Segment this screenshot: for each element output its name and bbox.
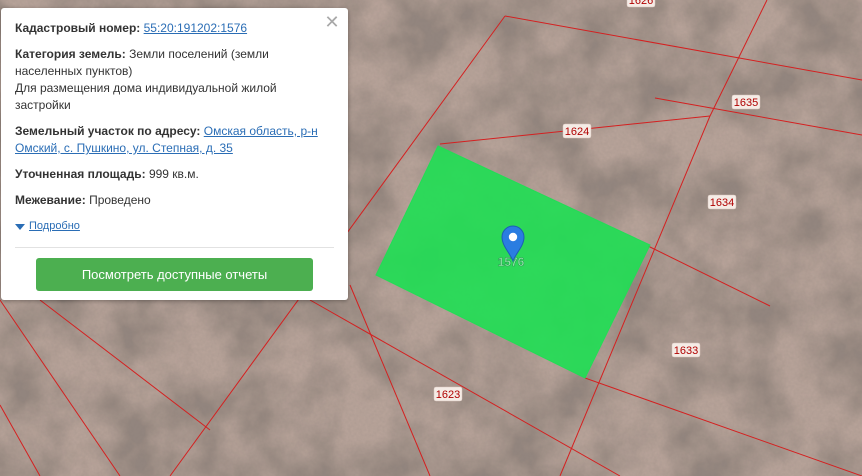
area-value: 999 кв.м. <box>148 167 199 181</box>
land-purpose: Для размещения дома индивидуальной жилой… <box>15 81 277 112</box>
land-category-label: Категория земель: <box>15 47 126 61</box>
parcel-label-1623: 1623 <box>433 386 463 402</box>
area-label: Уточненная площадь: <box>15 167 146 181</box>
parcel-label-1634: 1634 <box>707 194 737 210</box>
svg-text:1634: 1634 <box>710 197 734 209</box>
survey-label: Межевание: <box>15 193 86 207</box>
divider <box>15 247 334 248</box>
svg-text:1633: 1633 <box>674 345 698 357</box>
address-row: Земельный участок по адресу: Омская обла… <box>15 123 334 157</box>
survey-value: Проведено <box>89 193 151 207</box>
svg-text:1626: 1626 <box>629 0 653 7</box>
details-toggle[interactable]: Подробно <box>15 218 334 235</box>
address-label: Земельный участок по адресу: <box>15 124 201 138</box>
details-link[interactable]: Подробно <box>29 218 80 235</box>
parcel-label-1624: 1624 <box>562 123 592 139</box>
svg-text:1635: 1635 <box>734 97 758 109</box>
cadastral-number-row: Кадастровый номер: 55:20:191202:1576 <box>15 20 334 37</box>
cadastral-number-link[interactable]: 55:20:191202:1576 <box>144 21 247 35</box>
view-reports-button[interactable]: Посмотреть доступные отчеты <box>36 258 313 291</box>
svg-text:1623: 1623 <box>436 389 460 401</box>
parcel-info-popup: ✕ Кадастровый номер: 55:20:191202:1576 К… <box>1 8 348 300</box>
cadastral-number-label: Кадастровый номер: <box>15 21 141 35</box>
close-icon[interactable]: ✕ <box>324 13 340 31</box>
svg-text:1624: 1624 <box>565 126 589 138</box>
survey-row: Межевание: Проведено <box>15 192 334 209</box>
parcel-label-1626: 1626 <box>626 0 656 8</box>
parcel-label-1635: 1635 <box>731 94 761 110</box>
land-category-row: Категория земель: Земли поселений (земли… <box>15 46 334 114</box>
area-row: Уточненная площадь: 999 кв.м. <box>15 166 334 183</box>
parcel-label-1633: 1633 <box>671 342 701 358</box>
chevron-down-icon <box>15 223 25 230</box>
